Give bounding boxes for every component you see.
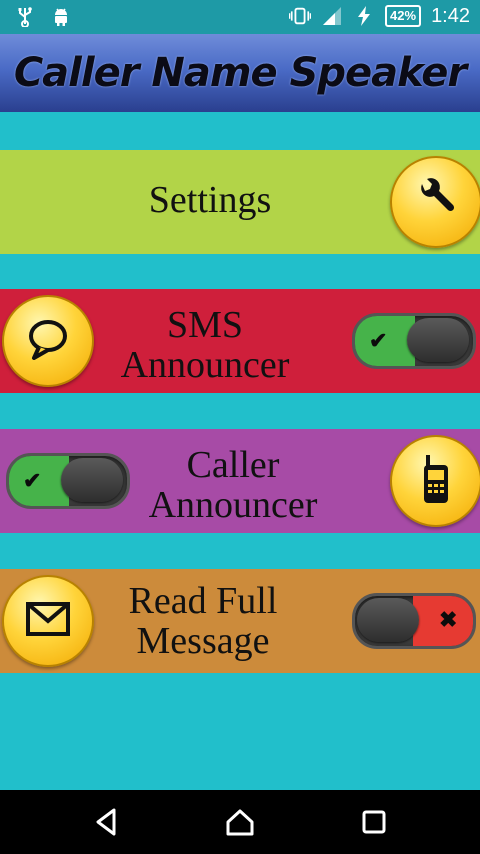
home-icon[interactable] <box>224 806 256 838</box>
read-full-message-row: Read Full Message ✖ <box>0 569 480 673</box>
settings-label: Settings <box>148 179 272 221</box>
cross-icon: ✖ <box>439 607 458 632</box>
toggle-knob <box>407 318 469 362</box>
signal-icon <box>321 5 343 27</box>
message-icon-button[interactable] <box>2 575 94 667</box>
clock: 1:42 <box>431 5 470 27</box>
read-full-message-toggle[interactable]: ✖ <box>352 593 476 649</box>
vibrate-icon <box>289 5 312 27</box>
caller-announcer-label: Caller Announcer <box>128 445 338 525</box>
read-label-line1: Read Full <box>128 580 278 622</box>
usb-icon <box>14 6 36 28</box>
read-full-message-label: Read Full Message <box>98 581 308 661</box>
caller-label-line1: Caller <box>186 444 280 486</box>
envelope-icon <box>25 601 71 642</box>
caller-announcer-row: ✔ Caller Announcer <box>0 429 480 533</box>
sms-announcer-row: SMS Announcer ✔ <box>0 289 480 393</box>
mobile-phone-icon <box>416 453 456 510</box>
app-title: Caller Name Speaker <box>13 50 467 96</box>
sms-label-line1: SMS <box>166 304 244 346</box>
toggle-knob <box>61 458 123 502</box>
android-icon <box>50 6 72 28</box>
wrench-icon <box>412 176 460 229</box>
recents-icon[interactable] <box>358 806 390 838</box>
chat-bubble-icon <box>26 317 70 366</box>
sms-label-line2: Announcer <box>120 344 290 386</box>
title-banner: Caller Name Speaker <box>0 34 480 112</box>
settings-button[interactable] <box>390 156 480 248</box>
read-label-line2: Message <box>136 620 270 662</box>
charging-icon <box>353 5 375 27</box>
caller-icon-button[interactable] <box>390 435 480 527</box>
back-icon[interactable] <box>92 806 124 838</box>
caller-announcer-toggle[interactable]: ✔ <box>6 453 130 509</box>
settings-row[interactable]: Settings <box>0 150 480 254</box>
battery-level: 42% <box>385 5 422 27</box>
sms-announcer-toggle[interactable]: ✔ <box>352 313 476 369</box>
sms-icon-button[interactable] <box>2 295 94 387</box>
status-bar: 42% 1:42 <box>0 0 480 34</box>
navigation-bar <box>0 790 480 854</box>
toggle-knob <box>357 598 419 642</box>
check-icon: ✔ <box>369 328 388 353</box>
check-icon: ✔ <box>23 468 42 493</box>
sms-announcer-label: SMS Announcer <box>100 305 310 385</box>
caller-label-line2: Announcer <box>148 484 318 526</box>
